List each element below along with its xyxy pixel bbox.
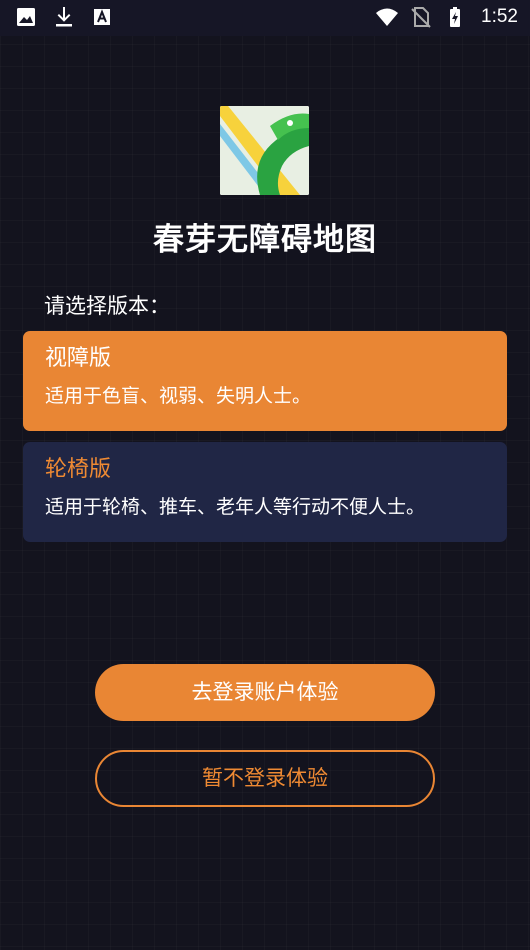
login-button[interactable]: 去登录账户体验 xyxy=(95,664,435,721)
battery-charging-icon xyxy=(450,7,461,27)
app-title: 春芽无障碍地图 xyxy=(153,222,377,258)
wifi-icon xyxy=(376,8,399,26)
app-logo xyxy=(220,106,309,195)
clock: 1:52 xyxy=(481,6,518,27)
version-card-wheelchair[interactable]: 轮椅版 适用于轮椅、推车、老年人等行动不便人士。 xyxy=(23,442,507,542)
status-bar: 1:52 xyxy=(0,0,530,36)
version-card-title: 轮椅版 xyxy=(45,457,112,482)
version-card-title: 视障版 xyxy=(45,346,112,371)
version-card-description: 适用于色盲、视弱、失明人士。 xyxy=(45,385,312,407)
screen: 1:52 春芽无障碍地图 请选择版本： 视障版 适用于色盲、视弱、失明人士。 轮… xyxy=(0,0,530,950)
image-icon xyxy=(17,8,35,26)
skip-login-button[interactable]: 暂不登录体验 xyxy=(95,750,435,807)
version-prompt: 请选择版本： xyxy=(44,294,170,318)
no-sim-icon xyxy=(411,7,431,28)
version-card-visual-impairment[interactable]: 视障版 适用于色盲、视弱、失明人士。 xyxy=(23,331,507,431)
version-card-description: 适用于轮椅、推车、老年人等行动不便人士。 xyxy=(45,496,426,518)
download-icon xyxy=(56,7,72,27)
font-a-icon xyxy=(94,9,110,25)
leaf-map-icon xyxy=(220,106,309,195)
